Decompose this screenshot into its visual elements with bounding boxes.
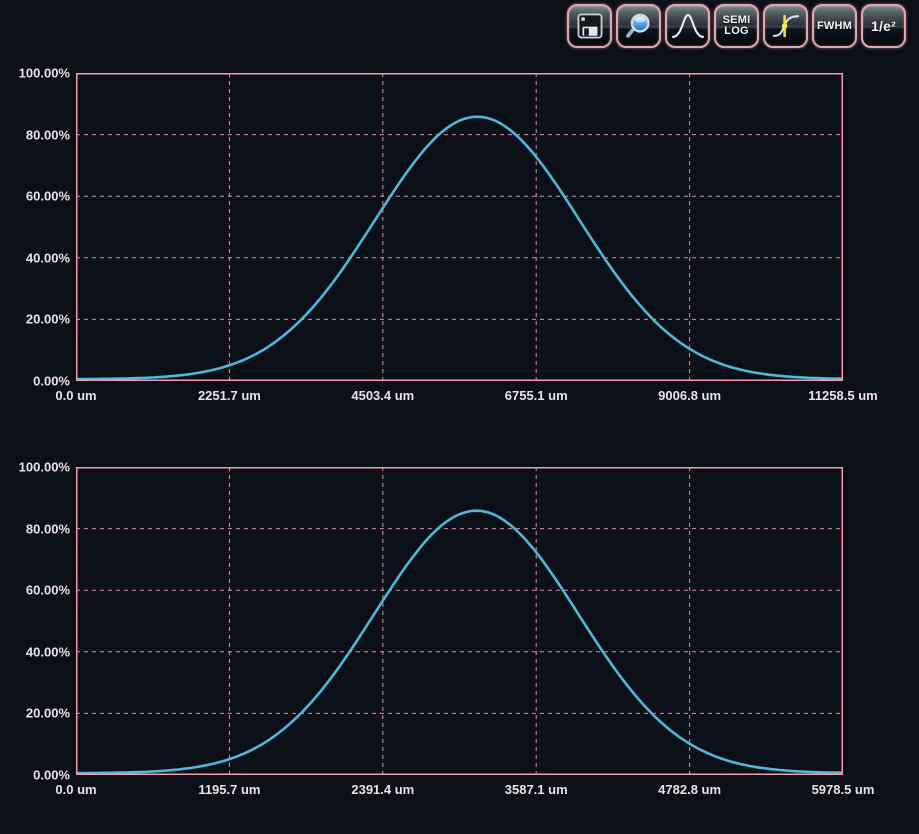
gaussian-fit-button[interactable] xyxy=(665,4,710,48)
x-axis-labels: 0.0 um1195.7 um2391.4 um3587.1 um4782.8 … xyxy=(76,782,843,798)
plot-area[interactable] xyxy=(76,467,843,775)
plot-area[interactable] xyxy=(76,73,843,381)
y-tick-label: 20.00% xyxy=(26,706,70,721)
y-tick-label: 60.00% xyxy=(26,583,70,598)
magnifier-icon xyxy=(624,11,654,41)
inverse-e-squared-label: 1/e² xyxy=(871,19,896,33)
x-tick-label: 0.0 um xyxy=(55,388,96,403)
x-tick-label: 4782.8 um xyxy=(658,782,721,797)
y-axis-labels: 100.00%80.00%60.00%40.00%20.00%0.00% xyxy=(0,73,70,381)
fwhm-button[interactable]: FWHM xyxy=(812,4,857,48)
x-tick-label: 9006.8 um xyxy=(658,388,721,403)
knife-edge-icon xyxy=(771,11,801,41)
y-tick-label: 20.00% xyxy=(26,312,70,327)
y-tick-label: 40.00% xyxy=(26,644,70,659)
beam-profile-chart-top: 100.00%80.00%60.00%40.00%20.00%0.00% 0.0… xyxy=(0,73,919,418)
x-axis-labels: 0.0 um2251.7 um4503.4 um6755.1 um9006.8 … xyxy=(76,388,843,404)
x-tick-label: 2391.4 um xyxy=(351,782,414,797)
gaussian-curve-icon xyxy=(670,11,706,41)
x-tick-label: 6755.1 um xyxy=(505,388,568,403)
y-tick-label: 80.00% xyxy=(26,521,70,536)
x-tick-label: 4503.4 um xyxy=(351,388,414,403)
inverse-e-squared-button[interactable]: 1/e² xyxy=(861,4,906,48)
toolbar: SEMI LOG FWHM 1/e² xyxy=(567,4,906,48)
y-tick-label: 0.00% xyxy=(33,374,70,389)
y-tick-label: 40.00% xyxy=(26,250,70,265)
x-tick-label: 1195.7 um xyxy=(198,782,260,797)
save-button[interactable] xyxy=(567,4,612,48)
x-tick-label: 5978.5 um xyxy=(812,782,875,797)
fwhm-label: FWHM xyxy=(817,21,852,32)
y-tick-label: 80.00% xyxy=(26,127,70,142)
x-tick-label: 11258.5 um xyxy=(808,388,877,403)
profile-curve xyxy=(76,117,843,379)
beam-profile-chart-bottom: 100.00%80.00%60.00%40.00%20.00%0.00% 0.0… xyxy=(0,467,919,812)
zoom-button[interactable] xyxy=(616,4,661,48)
y-tick-label: 100.00% xyxy=(19,460,70,475)
knife-edge-button[interactable] xyxy=(763,4,808,48)
semilog-label-line2: LOG xyxy=(724,26,748,37)
floppy-disk-icon xyxy=(575,11,605,41)
y-axis-labels: 100.00%80.00%60.00%40.00%20.00%0.00% xyxy=(0,467,70,775)
y-tick-label: 100.00% xyxy=(19,66,70,81)
semilog-button[interactable]: SEMI LOG xyxy=(714,4,759,48)
y-tick-label: 0.00% xyxy=(33,768,70,783)
x-tick-label: 0.0 um xyxy=(55,782,96,797)
y-tick-label: 60.00% xyxy=(26,189,70,204)
x-tick-label: 2251.7 um xyxy=(198,388,261,403)
x-tick-label: 3587.1 um xyxy=(505,782,568,797)
profile-curve xyxy=(76,511,843,773)
